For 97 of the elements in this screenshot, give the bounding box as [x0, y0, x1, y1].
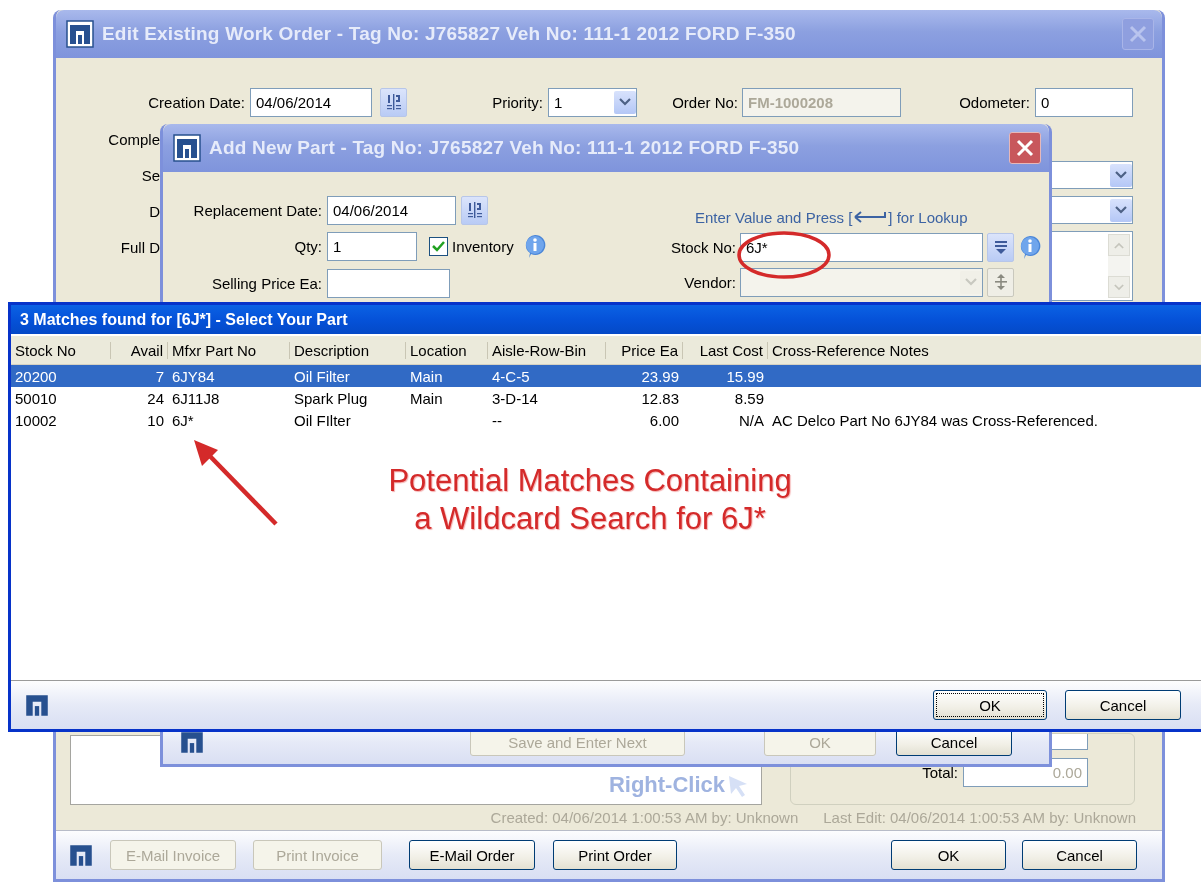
button[interactable]: OK	[891, 840, 1006, 870]
chevron-down-icon	[1115, 171, 1127, 179]
chevron-down-icon	[965, 278, 977, 286]
chevron-down-icon	[619, 98, 631, 106]
field-label: Qty:	[293, 237, 322, 255]
annotation-text: Potential Matches Containing a Wildcard Search for 6J*	[387, 462, 793, 538]
table-cell-text: 6.00	[648, 411, 680, 429]
date-picker-button[interactable]	[380, 87, 407, 117]
chevron-up-icon	[1114, 241, 1124, 249]
field-label: Order No:	[671, 93, 738, 111]
column-header[interactable]: Price Ea	[606, 341, 683, 359]
table-cell-text: 12.83	[640, 389, 680, 407]
field-label: D	[148, 202, 160, 222]
checkbox-label: Inventory	[452, 237, 514, 255]
input-field[interactable]: 6J*	[740, 232, 983, 262]
column-header[interactable]: Stock No	[11, 341, 111, 359]
up-down-arrow-icon	[993, 273, 1008, 291]
column-header[interactable]: Cross-Reference Notes	[768, 341, 1168, 359]
chevron-down-icon	[1114, 283, 1124, 291]
logo-icon	[173, 134, 201, 162]
cursor-icon	[727, 774, 749, 798]
button[interactable]: E-Mail Order	[409, 840, 535, 870]
field-label: Comple	[107, 130, 160, 150]
field-label: Selling Price Ea:	[210, 274, 322, 292]
table-cell-text: Spark Plug	[293, 389, 369, 407]
date-field[interactable]: 04/06/2014	[250, 87, 372, 117]
field-label: Creation Date:	[147, 93, 245, 111]
date-picker-button[interactable]	[461, 195, 488, 225]
field-label: Odometer:	[958, 93, 1030, 111]
table-cell-text: 6J*	[171, 411, 195, 429]
table-cell-text: 7	[154, 367, 165, 385]
input-field[interactable]: 1	[327, 231, 417, 261]
table-cell-text: 20200	[14, 367, 58, 385]
list-button[interactable]	[987, 232, 1014, 262]
input-field[interactable]: 0	[1035, 87, 1133, 117]
last-edit-info: Last Edit: 04/06/2014 1:00:53 AM by: Unknown	[823, 809, 1136, 826]
dropdown-value: 1	[554, 93, 563, 111]
table-cell-text: Main	[409, 389, 444, 407]
button[interactable]: OK	[933, 690, 1047, 720]
calendar-icon	[385, 93, 402, 111]
table-cell-text: 50010	[14, 389, 58, 407]
table-row[interactable]: 20200 7 6JY84 Oil Filter Main 4-C-5 23.99 15.99	[11, 365, 1201, 387]
hint-text: Enter Value and Press [	[695, 208, 853, 226]
table-cell-text: 23.99	[640, 367, 680, 385]
column-header[interactable]: Aisle-Row-Bin	[488, 341, 606, 359]
field-label: Total:	[921, 764, 958, 781]
table-cell-text: Main	[409, 367, 444, 385]
field-label: Priority:	[491, 93, 543, 111]
table-cell-text: 3-D-14	[491, 389, 539, 407]
table-cell-text: 6J11J8	[171, 389, 221, 407]
table-cell-text: --	[491, 411, 503, 429]
logo-icon	[66, 20, 94, 48]
close-icon	[1129, 25, 1147, 43]
window-title: Add New Part - Tag No: J765827 Veh No: 111-1 2012 FORD F-350	[209, 137, 800, 159]
column-header[interactable]: Description	[290, 341, 406, 359]
field-label: Full D	[119, 238, 160, 258]
expand-button[interactable]	[987, 267, 1014, 297]
hint-text: Right-Click	[608, 772, 725, 798]
table-cell-text: Oil FIlter	[293, 411, 352, 429]
button[interactable]: Cancel	[1022, 840, 1137, 870]
dropdown[interactable]: 1	[548, 87, 637, 117]
column-header[interactable]: Last Cost	[683, 341, 768, 359]
table-cell-text: N/A	[738, 411, 765, 429]
hint-text: ] for Lookup	[888, 208, 968, 226]
button[interactable]: Print Order	[553, 840, 677, 870]
created-info: Created: 04/06/2014 1:00:53 AM by: Unknown	[490, 809, 799, 826]
table-cell-text: 10	[146, 411, 165, 429]
button[interactable]: Cancel	[1065, 690, 1181, 720]
window-title: Edit Existing Work Order - Tag No: J765827 Veh No: 111-1 2012 FORD F-350	[102, 23, 796, 45]
table-cell-text: 6JY84	[171, 367, 216, 385]
table-cell-text: 8.59	[733, 389, 765, 407]
close-icon	[1016, 139, 1034, 157]
field-label: Se	[140, 166, 160, 186]
column-header[interactable]: Location	[406, 341, 488, 359]
field-label: Stock No:	[669, 238, 736, 256]
table-cell-text: AC Delco Part No 6JY84 was Cross-Referenced.	[771, 411, 1099, 429]
calendar-icon	[466, 201, 483, 219]
list-icon	[993, 239, 1008, 255]
close-button[interactable]	[1009, 132, 1041, 164]
checkmark-icon	[432, 240, 445, 252]
table-row[interactable]: 50010 24 6J11J8 Spark Plug Main 3-D-14 12.83 8.59	[11, 387, 1201, 409]
table-row[interactable]: 10002 10 6J* Oil FIlter -- 6.00 N/A AC Delco Part No 6JY84 was Cross-Referenced.	[11, 409, 1201, 431]
table-cell-text: 10002	[14, 411, 58, 429]
table-cell-text: 15.99	[725, 367, 765, 385]
date-field[interactable]: 04/06/2014	[327, 195, 456, 225]
window-title: 3 Matches found for [6J*] - Select Your Part	[20, 310, 348, 329]
table-cell-text: 4-C-5	[491, 367, 531, 385]
column-header[interactable]: Mfxr Part No	[168, 341, 290, 359]
enter-key-icon	[853, 211, 888, 223]
table-cell-text: 24	[146, 389, 165, 407]
field-label: Vendor:	[683, 273, 736, 291]
table-cell-text: Oil Filter	[293, 367, 351, 385]
input-field[interactable]	[327, 268, 450, 298]
field-label: Replacement Date:	[192, 201, 322, 219]
chevron-down-icon	[1115, 206, 1127, 214]
checkbox[interactable]	[429, 236, 448, 256]
column-header[interactable]: Avail	[111, 341, 168, 359]
